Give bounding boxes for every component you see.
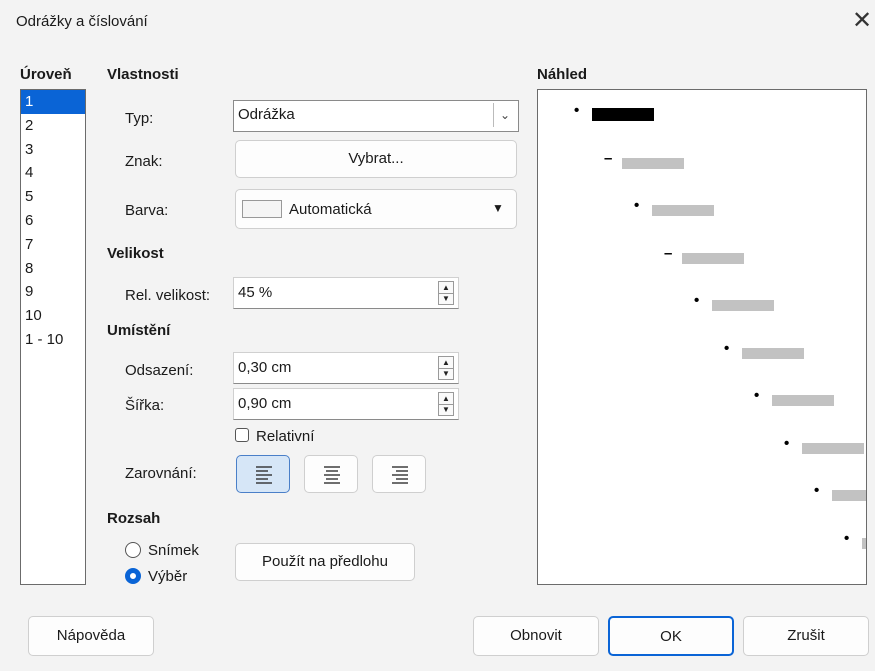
reset-button[interactable]: Obnovit (473, 616, 599, 656)
level-item[interactable]: 8 (21, 257, 85, 281)
preview-text-line (742, 347, 804, 359)
chevron-down-icon: ⌄ (493, 103, 516, 127)
preview-bullet-mark: • (574, 102, 580, 119)
level-list[interactable]: 1 2 3 4 5 6 7 8 9 10 1 - 10 (20, 89, 86, 585)
align-left-button[interactable] (236, 455, 290, 493)
spin-buttons[interactable]: ▲ ▼ (438, 356, 454, 380)
selection-radio[interactable] (125, 568, 141, 584)
preview-bullet-mark: • (754, 387, 760, 404)
preview-text-line (712, 300, 774, 311)
rel-size-value: 45 % (238, 284, 273, 301)
preview-panel: • – • – • • • • • • (537, 89, 867, 585)
indent-label: Odsazení: (125, 362, 194, 379)
preview-bullet-mark: • (844, 529, 850, 547)
level-item[interactable]: 7 (21, 233, 85, 257)
char-label: Znak: (125, 153, 163, 170)
rel-size-label: Rel. velikost: (125, 287, 211, 304)
align-left-icon (256, 466, 272, 484)
relative-label: Relativní (256, 428, 315, 445)
type-select[interactable]: Odrážka ⌄ (233, 100, 519, 132)
help-button[interactable]: Nápověda (28, 616, 154, 656)
slide-label: Snímek (148, 542, 199, 559)
color-swatch (242, 200, 282, 218)
align-right-icon (392, 466, 408, 484)
preview-bullet-mark: • (694, 292, 700, 309)
color-value: Automatická (289, 201, 372, 218)
relative-checkbox[interactable] (235, 428, 249, 442)
preview-bullet-mark: • (814, 482, 820, 499)
preview-text-line (862, 537, 866, 549)
width-label: Šířka: (125, 397, 165, 414)
slide-radio[interactable] (125, 542, 141, 558)
preview-bullet-mark: – (664, 244, 673, 262)
close-icon[interactable]: ✕ (850, 8, 874, 34)
preview-text-line (622, 157, 684, 169)
level-item[interactable]: 9 (21, 280, 85, 304)
choose-char-button[interactable]: Vybrat... (235, 140, 517, 178)
spin-down-icon[interactable]: ▼ (439, 404, 453, 415)
properties-header: Vlastnosti (107, 66, 179, 83)
type-value: Odrážka (238, 106, 295, 123)
selection-label: Výběr (148, 568, 188, 585)
width-value: 0,90 cm (238, 395, 292, 412)
color-dropdown[interactable]: Automatická ▼ (235, 189, 517, 229)
rel-size-spinner[interactable]: 45 % ▲ ▼ (233, 277, 459, 309)
preview-text-line (652, 205, 714, 216)
dialog-title: Odrážky a číslování (16, 13, 148, 30)
preview-bullet-mark: – (604, 149, 613, 167)
preview-bullet-mark: • (634, 197, 640, 214)
level-item[interactable]: 1 (21, 90, 85, 114)
levels-header: Úroveň (20, 66, 72, 83)
level-item[interactable]: 10 (21, 304, 85, 328)
alignment-label: Zarovnání: (125, 465, 197, 482)
width-spinner[interactable]: 0,90 cm ▲ ▼ (233, 388, 459, 420)
level-item[interactable]: 3 (21, 138, 85, 162)
level-item[interactable]: 2 (21, 114, 85, 138)
spin-down-icon[interactable]: ▼ (439, 368, 453, 379)
caret-down-icon: ▼ (492, 201, 504, 215)
level-item[interactable]: 4 (21, 161, 85, 185)
preview-bullet-mark: • (724, 339, 730, 357)
preview-bullet-mark: • (784, 434, 790, 452)
preview-text-line (802, 442, 864, 454)
align-center-button[interactable] (304, 455, 358, 493)
type-label: Typ: (125, 110, 154, 127)
indent-value: 0,30 cm (238, 359, 292, 376)
preview-text-line (832, 490, 866, 501)
spin-buttons[interactable]: ▲ ▼ (438, 392, 454, 416)
align-center-icon (324, 466, 340, 484)
apply-to-master-button[interactable]: Použít na předlohu (235, 543, 415, 581)
cancel-button[interactable]: Zrušit (743, 616, 869, 656)
spin-down-icon[interactable]: ▼ (439, 293, 453, 304)
color-label: Barva: (125, 202, 169, 219)
scope-header: Rozsah (107, 510, 161, 527)
preview-text-line (592, 108, 654, 121)
preview-header: Náhled (537, 66, 588, 83)
level-item[interactable]: 6 (21, 209, 85, 233)
ok-button[interactable]: OK (608, 616, 734, 656)
level-item[interactable]: 5 (21, 185, 85, 209)
position-header: Umístění (107, 322, 171, 339)
indent-spinner[interactable]: 0,30 cm ▲ ▼ (233, 352, 459, 384)
spin-buttons[interactable]: ▲ ▼ (438, 281, 454, 305)
preview-text-line (682, 252, 744, 264)
level-item[interactable]: 1 - 10 (21, 328, 85, 352)
size-header: Velikost (107, 245, 164, 262)
align-right-button[interactable] (372, 455, 426, 493)
preview-text-line (772, 395, 834, 406)
